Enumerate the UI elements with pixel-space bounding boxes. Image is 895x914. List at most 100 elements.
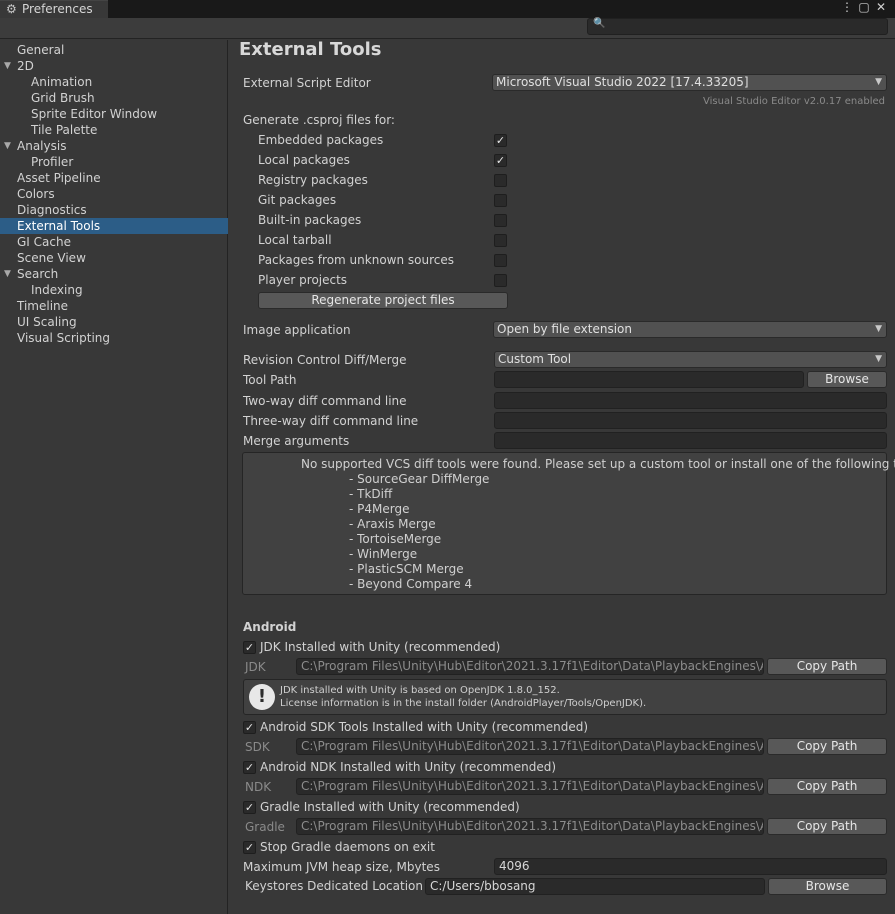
more-options-icon[interactable]: ⋮ <box>840 0 854 16</box>
gradle-installed-checkbox[interactable]: ✓ <box>243 801 256 814</box>
vcs-help-message: No supported VCS diff tools were found. … <box>301 457 895 471</box>
tool-path-browse-button[interactable]: Browse <box>807 371 887 388</box>
csproj-option-checkbox[interactable] <box>494 214 507 227</box>
sidebar-item[interactable]: External Tools <box>0 218 228 234</box>
ndk-path-field[interactable]: C:\Program Files\Unity\Hub\Editor\2021.3… <box>296 778 764 795</box>
sidebar-item[interactable]: General <box>0 42 228 58</box>
merge-arguments-field[interactable] <box>494 432 887 449</box>
sidebar-item[interactable]: UI Scaling <box>0 314 228 330</box>
sdk-label: SDK <box>245 740 270 754</box>
sdk-copy-path-button[interactable]: Copy Path <box>767 738 887 755</box>
jdk-copy-path-button[interactable]: Copy Path <box>767 658 887 675</box>
two-way-diff-field[interactable] <box>494 392 887 409</box>
sidebar-item[interactable]: Diagnostics <box>0 202 228 218</box>
search-input[interactable]: 🔍 <box>587 18 888 35</box>
image-application-dropdown[interactable]: Open by file extension ▼ <box>493 321 887 338</box>
jvm-heap-field[interactable]: 4096 <box>494 858 887 875</box>
sidebar-item-label: Search <box>17 267 59 281</box>
csproj-option-checkbox[interactable] <box>494 174 507 187</box>
keystores-browse-button[interactable]: Browse <box>768 878 887 895</box>
stop-gradle-checkbox[interactable]: ✓ <box>243 841 256 854</box>
chevron-down-icon: ▼ <box>875 77 882 87</box>
sidebar-item[interactable]: Profiler <box>0 154 228 170</box>
gradle-label: Gradle <box>245 820 285 834</box>
sidebar-item[interactable]: Animation <box>0 74 228 90</box>
sidebar-item[interactable]: Colors <box>0 186 228 202</box>
jdk-path-field[interactable]: C:\Program Files\Unity\Hub\Editor\2021.3… <box>296 658 764 675</box>
sidebar-item-label: Analysis <box>17 139 67 153</box>
vcs-tool-item: - PlasticSCM Merge <box>349 562 464 576</box>
sidebar-item[interactable]: Asset Pipeline <box>0 170 228 186</box>
sidebar-item-label: Grid Brush <box>31 91 95 105</box>
vcs-help-box: No supported VCS diff tools were found. … <box>242 452 895 595</box>
chevron-down-icon: ▼ <box>875 324 882 334</box>
sidebar-item-label: Profiler <box>31 155 74 169</box>
csproj-option-checkbox[interactable]: ✓ <box>494 154 507 167</box>
vcs-tool-item: - SourceGear DiffMerge <box>349 472 490 486</box>
sidebar-item-label: Colors <box>17 187 55 201</box>
vcs-tool-item: - TkDiff <box>349 487 393 501</box>
sidebar-item[interactable]: GI Cache <box>0 234 228 250</box>
sidebar-item[interactable]: Grid Brush <box>0 90 228 106</box>
three-way-diff-field[interactable] <box>494 412 887 429</box>
tab-title: Preferences <box>22 2 93 16</box>
csproj-heading: Generate .csproj files for: <box>243 113 395 127</box>
sidebar-item-label: UI Scaling <box>17 315 77 329</box>
csproj-option-label: Git packages <box>258 193 337 207</box>
sidebar-item[interactable]: Scene View <box>0 250 228 266</box>
maximize-icon[interactable]: ▢ <box>857 0 871 16</box>
sidebar-item[interactable]: ▼ Search <box>0 266 228 282</box>
csproj-option-checkbox[interactable] <box>494 234 507 247</box>
sidebar-item-label: Asset Pipeline <box>17 171 101 185</box>
sidebar-item-label: General <box>17 43 65 57</box>
sdk-installed-checkbox[interactable]: ✓ <box>243 721 256 734</box>
ndk-copy-path-button[interactable]: Copy Path <box>767 778 887 795</box>
sidebar-item[interactable]: Sprite Editor Window <box>0 106 228 122</box>
csproj-option-label: Local tarball <box>258 233 332 247</box>
jvm-heap-label: Maximum JVM heap size, Mbytes <box>243 860 440 874</box>
revision-control-dropdown[interactable]: Custom Tool ▼ <box>494 351 887 368</box>
close-icon[interactable]: ✕ <box>874 0 888 16</box>
sidebar-item-label: Diagnostics <box>17 203 87 217</box>
sidebar-item[interactable]: Tile Palette <box>0 122 228 138</box>
csproj-option-label: Registry packages <box>258 173 368 187</box>
script-editor-dropdown[interactable]: Microsoft Visual Studio 2022 [17.4.33205… <box>492 74 887 91</box>
sidebar-item[interactable]: ▼ Analysis <box>0 138 228 154</box>
csproj-option-checkbox[interactable] <box>494 254 507 267</box>
sidebar-item-label: Animation <box>31 75 93 89</box>
expand-arrow-icon[interactable]: ▼ <box>4 58 11 74</box>
regenerate-project-files-button[interactable]: Regenerate project files <box>258 292 508 309</box>
tool-path-field[interactable] <box>494 371 804 388</box>
sidebar-item[interactable]: Timeline <box>0 298 228 314</box>
sdk-installed-label: Android SDK Tools Installed with Unity (… <box>260 720 589 734</box>
expand-arrow-icon[interactable]: ▼ <box>4 266 11 282</box>
csproj-option-checkbox[interactable] <box>494 194 507 207</box>
gradle-installed-label: Gradle Installed with Unity (recommended… <box>260 800 520 814</box>
csproj-option-label: Embedded packages <box>258 133 384 147</box>
three-way-diff-label: Three-way diff command line <box>243 414 419 428</box>
sidebar-item[interactable]: ▼ 2D <box>0 58 228 74</box>
sidebar-item[interactable]: Indexing <box>0 282 228 298</box>
window-titlebar <box>0 0 895 18</box>
gradle-path-field[interactable]: C:\Program Files\Unity\Hub\Editor\2021.3… <box>296 818 764 835</box>
stop-gradle-label: Stop Gradle daemons on exit <box>260 840 435 854</box>
csproj-option-label: Packages from unknown sources <box>258 253 454 267</box>
android-heading: Android <box>243 620 297 634</box>
revision-control-label: Revision Control Diff/Merge <box>243 353 407 367</box>
jdk-installed-checkbox[interactable]: ✓ <box>243 641 256 654</box>
sidebar-item-label: Scene View <box>17 251 86 265</box>
csproj-option-checkbox[interactable] <box>494 274 507 287</box>
csproj-option-checkbox[interactable]: ✓ <box>494 134 507 147</box>
tab-preferences[interactable]: ⚙ Preferences <box>0 0 108 18</box>
gradle-copy-path-button[interactable]: Copy Path <box>767 818 887 835</box>
ndk-installed-checkbox[interactable]: ✓ <box>243 761 256 774</box>
keystores-location-field[interactable]: C:/Users/bbosang <box>425 878 765 895</box>
search-icon: 🔍 <box>593 18 606 29</box>
sidebar-item[interactable]: Visual Scripting <box>0 330 228 346</box>
vcs-tool-item: - Araxis Merge <box>349 517 436 531</box>
sdk-path-field[interactable]: C:\Program Files\Unity\Hub\Editor\2021.3… <box>296 738 764 755</box>
vcs-tool-item: - TortoiseMerge <box>349 532 442 546</box>
sidebar-item-label: Timeline <box>17 299 69 313</box>
warning-icon: ! <box>249 684 275 710</box>
expand-arrow-icon[interactable]: ▼ <box>4 138 11 154</box>
